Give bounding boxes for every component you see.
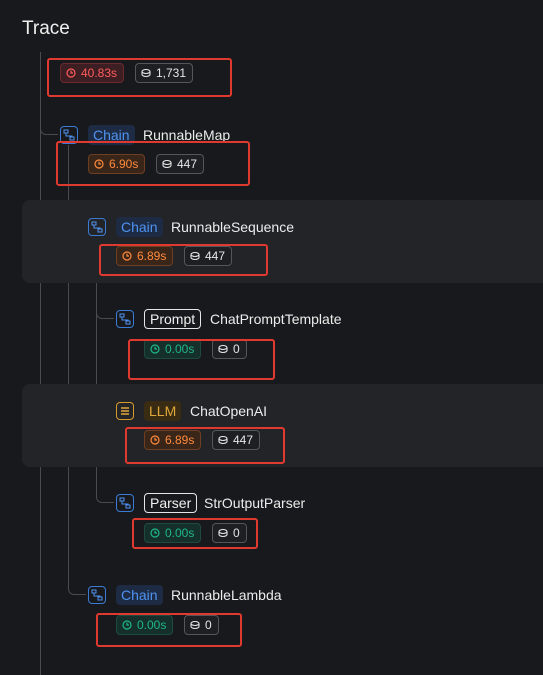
latency-badge: 0.00s — [116, 615, 174, 635]
clock-icon — [94, 159, 104, 169]
node-name-runnablemap[interactable]: RunnableMap — [143, 125, 230, 145]
coins-icon — [190, 251, 200, 261]
flow-icon — [60, 126, 78, 144]
latency-value: 6.89s — [165, 433, 195, 447]
node-type-tag: Chain — [116, 217, 163, 237]
flow-icon — [88, 586, 106, 604]
latency-badge: 0.00s — [144, 339, 202, 359]
row-highlight — [22, 200, 543, 283]
tokens-badge: 0 — [212, 339, 247, 359]
tokens-badge: 447 — [212, 430, 261, 450]
clock-icon — [122, 620, 132, 630]
latency-value: 0.00s — [137, 618, 167, 632]
node-name-stroutputparser[interactable]: StrOutputParser — [204, 493, 305, 513]
row-highlight — [22, 384, 543, 467]
node-name-runnablesequence[interactable]: RunnableSequence — [171, 217, 294, 237]
node-name-chatopenai[interactable]: ChatOpenAI — [190, 401, 267, 421]
flow-icon — [116, 310, 134, 328]
latency-badge: 0.00s — [144, 523, 202, 543]
node-type-tag: Parser — [144, 493, 198, 513]
latency-value: 6.90s — [109, 157, 139, 171]
tokens-value: 447 — [205, 249, 226, 263]
tokens-value: 0 — [233, 342, 240, 356]
tokens-value: 447 — [233, 433, 254, 447]
node-type-tag: Chain — [116, 585, 163, 605]
tokens-badge: 447 — [184, 246, 233, 266]
clock-icon — [150, 528, 160, 538]
coins-icon — [218, 528, 228, 538]
clock-icon — [122, 251, 132, 261]
tokens-value: 447 — [177, 157, 198, 171]
clock-icon — [150, 344, 160, 354]
annotation-box — [56, 141, 250, 186]
latency-badge: 6.89s — [144, 430, 202, 450]
node-name-runnablelambda[interactable]: RunnableLambda — [171, 585, 282, 605]
tokens-value: 0 — [205, 618, 212, 632]
latency-badge: 6.90s — [88, 154, 146, 174]
tree-branch — [50, 134, 58, 135]
latency-value: 40.83s — [81, 66, 118, 80]
tokens-badge: 1,731 — [135, 63, 194, 83]
latency-value: 0.00s — [165, 342, 195, 356]
flow-icon — [88, 218, 106, 236]
clock-icon — [150, 435, 160, 445]
tree-line-root — [40, 52, 41, 675]
coins-icon — [218, 435, 228, 445]
tokens-badge: 0 — [184, 615, 219, 635]
tokens-badge: 0 — [212, 523, 247, 543]
latency-value: 6.89s — [137, 249, 167, 263]
latency-badge: 6.89s — [116, 246, 174, 266]
page-title: Trace — [22, 18, 70, 39]
flow-icon — [116, 494, 134, 512]
clock-icon — [66, 68, 76, 78]
stack-icon — [116, 402, 134, 420]
latency-value: 0.00s — [165, 526, 195, 540]
tokens-value: 0 — [233, 526, 240, 540]
tokens-badge: 447 — [156, 154, 205, 174]
coins-icon — [162, 159, 172, 169]
tree-branch — [78, 594, 86, 595]
node-type-tag: LLM — [144, 401, 182, 421]
tree-branch — [106, 502, 114, 503]
node-name-chatprompttemplate[interactable]: ChatPromptTemplate — [210, 309, 342, 329]
tokens-value: 1,731 — [156, 66, 187, 80]
latency-badge: 40.83s — [60, 63, 125, 83]
node-type-tag: Prompt — [144, 309, 202, 329]
coins-icon — [190, 620, 200, 630]
tree-branch — [106, 318, 114, 319]
node-type-tag: Chain — [88, 125, 135, 145]
coins-icon — [218, 344, 228, 354]
coins-icon — [141, 68, 151, 78]
